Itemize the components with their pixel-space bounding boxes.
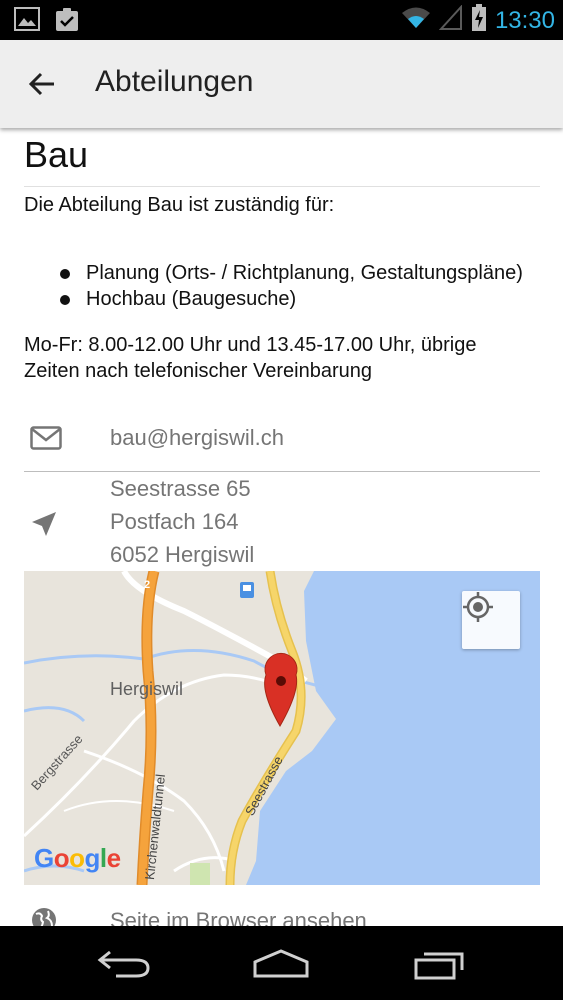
address-line: Seestrasse 65 xyxy=(110,476,251,501)
department-detail[interactable]: Bau Die Abteilung Bau ist zuständig für:… xyxy=(0,128,563,926)
recents-nav-icon xyxy=(414,952,464,980)
browser-link-row[interactable]: Seite im Browser ansehen xyxy=(24,894,540,926)
globe-icon xyxy=(30,906,58,926)
email-link[interactable]: bau@hergiswil.ch xyxy=(110,425,284,451)
home-nav-button[interactable] xyxy=(251,942,311,986)
wifi-icon xyxy=(401,6,431,35)
navigation-bar xyxy=(0,926,563,1000)
park-area xyxy=(190,863,210,885)
back-nav-button[interactable] xyxy=(94,942,154,986)
address-line: Postfach 164 xyxy=(110,509,239,534)
opening-hours-line: Zeiten nach telefonischer Vereinbarung xyxy=(24,360,373,382)
battery-charging-icon xyxy=(471,4,487,37)
back-button[interactable] xyxy=(18,60,66,108)
image-notification-icon xyxy=(14,7,40,38)
status-bar: 13:30 xyxy=(0,0,563,40)
title-divider xyxy=(24,186,540,187)
arrow-left-icon xyxy=(28,72,54,96)
back-nav-icon xyxy=(97,950,150,978)
road-number-label: 2 xyxy=(144,579,151,591)
crosshair-icon xyxy=(463,592,493,622)
email-row[interactable]: bau@hergiswil.ch xyxy=(24,408,540,472)
location-map[interactable]: Hergiswil Bergstrasse Kirchenwaldtunnel … xyxy=(24,571,540,885)
clipboard-check-icon xyxy=(54,7,80,38)
recents-nav-button[interactable] xyxy=(410,942,470,986)
department-intro: Die Abteilung Bau ist zuständig für: xyxy=(24,194,335,216)
page-title: Bau xyxy=(24,134,89,175)
map-place-label: Hergiswil xyxy=(110,679,184,699)
opening-hours-line: Mo-Fr: 8.00-12.00 Uhr und 13.45-17.00 Uh… xyxy=(24,334,477,356)
list-item: Hochbau (Baugesuche) xyxy=(60,286,523,312)
email-icon xyxy=(30,426,62,455)
browser-link[interactable]: Seite im Browser ansehen xyxy=(110,908,367,926)
signal-icon xyxy=(438,4,463,36)
opening-hours: Mo-Fr: 8.00-12.00 Uhr und 13.45-17.00 Uh… xyxy=(24,332,524,384)
app-bar-title: Abteilungen xyxy=(95,65,254,98)
address-line: 6052 Hergiswil xyxy=(110,542,255,567)
address-row[interactable]: Seestrasse 65 Postfach 164 6052 Hergiswi… xyxy=(24,472,540,572)
home-nav-icon xyxy=(253,949,309,978)
navigation-arrow-icon xyxy=(30,510,58,543)
responsibility-list: Planung (Orts- / Richtplanung, Gestaltun… xyxy=(60,260,523,312)
my-location-button[interactable] xyxy=(462,591,520,649)
google-logo: Google xyxy=(34,843,121,873)
app-bar: Abteilungen xyxy=(0,40,563,128)
list-item: Planung (Orts- / Richtplanung, Gestaltun… xyxy=(60,260,523,286)
status-clock: 13:30 xyxy=(494,6,555,34)
